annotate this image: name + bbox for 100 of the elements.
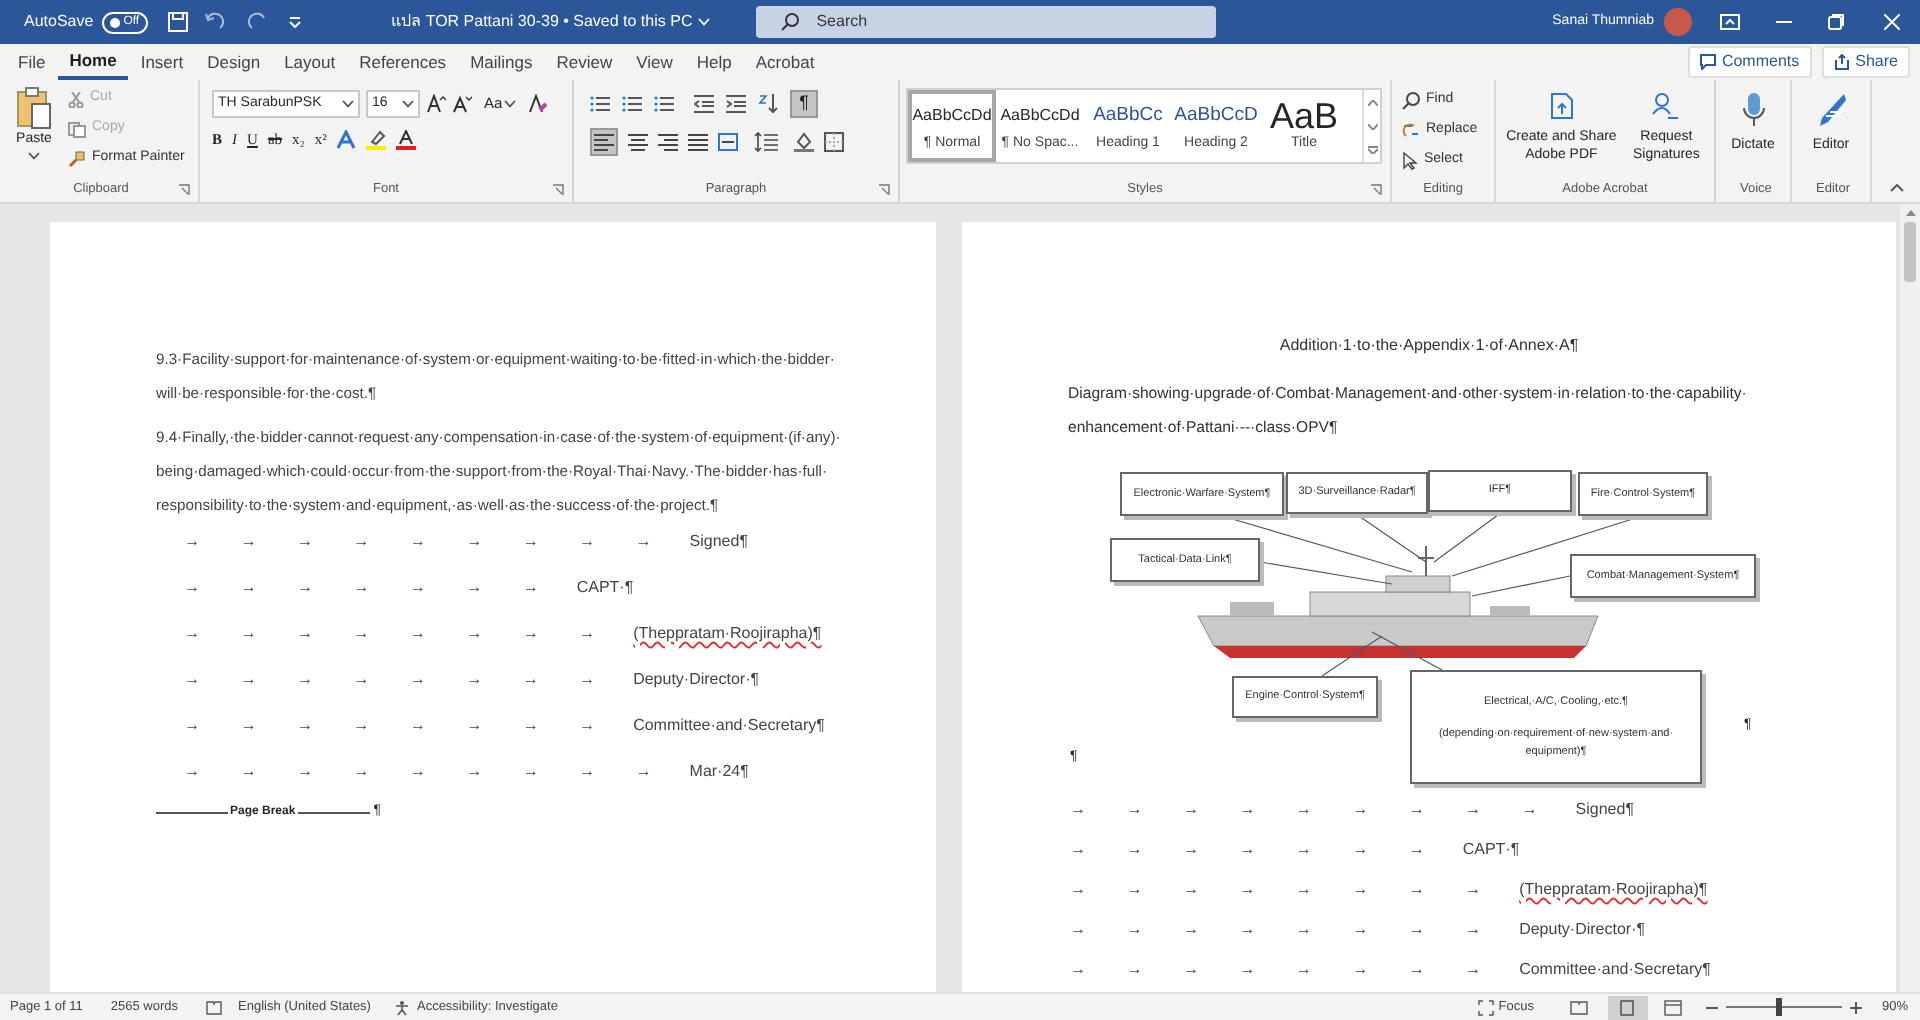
tab-marks: → → → → → → → → → [1068,798,1538,822]
leader-line [1371,631,1443,671]
ribbon-tab[interactable]: File [6,46,58,80]
dialog-launcher-icon[interactable] [178,184,190,196]
font-color-icon[interactable] [396,129,417,150]
save-icon[interactable] [167,12,188,32]
search-icon [1402,92,1420,110]
ribbon-tab[interactable]: View [624,46,685,80]
comments-button[interactable]: Comments [1687,46,1812,78]
borders-icon[interactable] [824,132,844,152]
ribbon-tab[interactable]: Design [195,46,273,80]
ribbon-tab[interactable]: Layout [272,46,348,80]
tab-marks: → → → → → → → → [182,622,596,646]
zoom-in-icon[interactable] [1849,1001,1862,1013]
restore-icon[interactable] [1828,14,1844,30]
decrease-indent-icon[interactable] [694,94,714,114]
sort-icon[interactable] [758,94,778,114]
share-button[interactable]: Share [1821,46,1910,78]
signature-text: Committee·and·Secretary¶ [633,714,825,738]
web-layout-icon[interactable] [1663,999,1682,1015]
scroll-up-icon[interactable] [1905,210,1915,216]
zoom-slider[interactable] [1725,998,1842,1016]
tab-marks: → → → → → → → → → [182,760,652,784]
justify-icon[interactable] [688,132,708,152]
tab-marks: → → → → → → → [1068,838,1425,862]
clipboard-icon [16,86,52,130]
search-input[interactable]: Search [816,10,1117,34]
line-spacing-icon[interactable] [754,132,778,152]
signature-icon [1652,92,1681,120]
autosave-label: AutoSave [24,10,94,34]
highlighter-icon[interactable] [366,129,387,150]
signature-text: Signed¶ [1575,798,1634,822]
copy-icon [68,121,86,137]
zoom-slider-thumb[interactable] [1775,998,1782,1016]
caret-icon[interactable] [342,100,354,108]
share-icon [1833,54,1850,70]
tab-marks: → → → → → → → [182,576,539,600]
distributed-icon[interactable] [718,132,738,152]
shrink-font-icon[interactable] [452,94,472,114]
ribbon-tab[interactable]: Acrobat [743,46,827,80]
bullets-icon[interactable] [590,94,610,114]
tab-marks: → → → → → → → → → [182,530,652,554]
caret-icon[interactable] [504,100,517,108]
clear-formatting-icon[interactable] [528,94,549,114]
scrollbar-thumb[interactable] [1904,222,1916,282]
scroll-up-icon[interactable] [1367,99,1377,105]
ribbon-tab[interactable]: Help [684,46,744,80]
tab-marks: → → → → → → → → [1068,878,1482,902]
more-styles-icon[interactable] [1367,146,1377,154]
ribbon-tab[interactable]: Insert [128,46,196,80]
accessibility-icon[interactable] [394,999,411,1015]
search-icon [780,12,801,32]
shading-icon[interactable] [794,132,814,152]
customize-icon[interactable] [287,16,302,28]
replace-icon [1402,122,1420,140]
document-title[interactable]: แปล TOR Pattani 30-39 • Saved to this PC [391,10,693,34]
search-field[interactable]: Search [756,6,1217,38]
signature-text: Deputy·Director·¶ [633,668,760,692]
document-upload-icon [1549,92,1574,120]
align-left-button[interactable] [590,128,618,156]
redo-icon[interactable] [247,12,268,32]
proofing-icon[interactable] [206,999,222,1015]
dialog-launcher-icon[interactable] [552,184,564,196]
zoom-out-icon[interactable] [1705,1001,1718,1013]
signature-text: CAPT·¶ [1462,838,1520,862]
signature-text: Signed¶ [689,530,748,554]
caret-icon[interactable] [28,151,40,159]
show-formatting-marks-button[interactable]: ¶ [790,90,818,118]
increase-indent-icon[interactable] [726,94,746,114]
ribbon-tab[interactable]: Review [544,46,625,80]
align-center-icon[interactable] [628,132,648,152]
signature-text: Committee·and·Secretary¶ [1519,958,1711,982]
ribbon-display-icon[interactable] [1720,14,1740,30]
comment-icon [1699,54,1716,70]
signature-text: CAPT·¶ [576,576,634,600]
multilevel-list-icon[interactable] [654,94,674,114]
dialog-launcher-icon[interactable] [1370,184,1382,196]
signature-text: Deputy·Director·¶ [1519,918,1646,942]
signature-text: (Theppratam·Roojirapha)¶ [1519,878,1708,902]
scissors-icon [68,91,84,107]
collapse-ribbon-icon[interactable] [1890,184,1904,192]
caret-icon[interactable] [402,100,414,108]
read-mode-icon[interactable] [1569,999,1588,1015]
undo-icon[interactable] [203,12,224,32]
signature-text: Mar·24¶ [689,760,749,784]
leader-line [1321,635,1383,677]
close-icon[interactable] [1884,14,1900,30]
text-effects-icon[interactable] [336,129,357,150]
grow-font-icon[interactable] [426,94,446,114]
page-icon [1620,999,1635,1015]
numbering-icon[interactable] [622,94,642,114]
signature-text: (Theppratam·Roojirapha)¶ [633,622,822,646]
ribbon-tab[interactable]: Mailings [458,46,545,80]
dialog-launcher-icon[interactable] [878,184,890,196]
focus-icon [1478,999,1495,1015]
ribbon-tab[interactable]: References [347,46,459,80]
print-layout-button[interactable] [1607,995,1648,1019]
scroll-down-icon[interactable] [1367,123,1377,129]
align-right-icon[interactable] [658,132,678,152]
cursor-icon [1402,152,1418,170]
